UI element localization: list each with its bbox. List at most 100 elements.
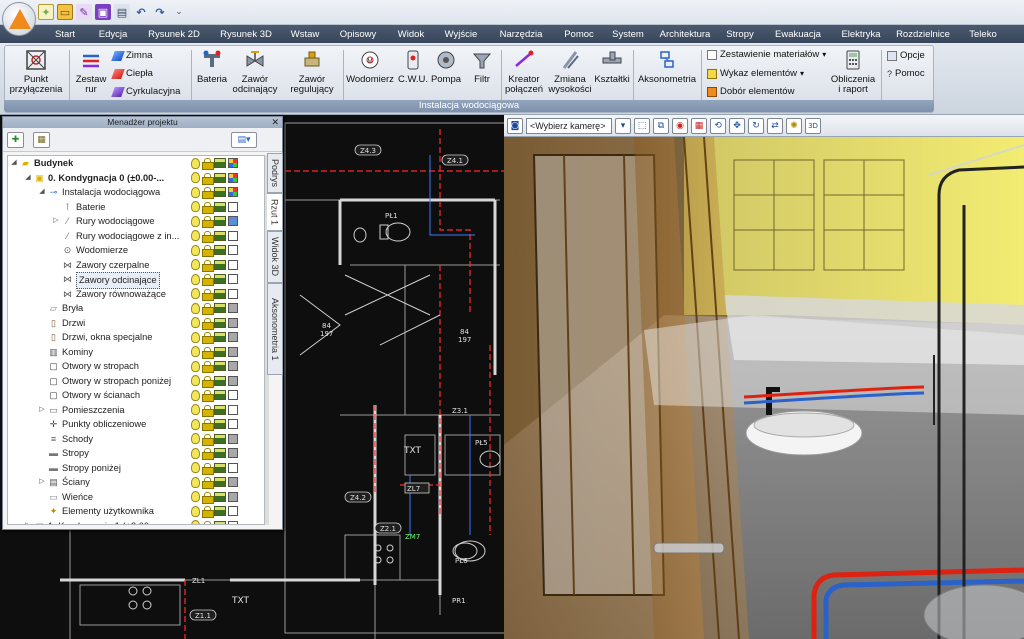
tree-item[interactable]: ▷ ▭ Pomieszczenia	[8, 403, 264, 418]
collapse-arrow-icon[interactable]: ◢	[10, 156, 18, 171]
visibility-bulb-icon[interactable]	[191, 462, 200, 474]
visibility-bulb-icon[interactable]	[191, 230, 200, 242]
lock-icon[interactable]	[202, 259, 214, 272]
visibility-bulb-icon[interactable]	[191, 520, 200, 524]
menu-item-4[interactable]: Wstaw	[282, 29, 328, 40]
tree-item[interactable]: ◢ ⊸ Instalacja wodociągowa	[8, 185, 264, 200]
zoom-window-icon[interactable]: ⧉	[653, 117, 669, 134]
layer-color-swatch[interactable]	[228, 332, 238, 343]
layer-color-swatch[interactable]	[228, 419, 238, 430]
lock-icon[interactable]	[202, 491, 214, 504]
lock-icon[interactable]	[202, 172, 214, 185]
visibility-bulb-icon[interactable]	[191, 157, 200, 169]
lock-icon[interactable]	[202, 201, 214, 214]
layer-color-swatch[interactable]	[228, 172, 238, 183]
layer-color-swatch[interactable]	[228, 288, 238, 299]
visibility-bulb-icon[interactable]	[191, 288, 200, 300]
layer-color-swatch[interactable]	[228, 259, 238, 270]
visibility-bulb-icon[interactable]	[191, 375, 200, 387]
lock-icon[interactable]	[202, 274, 214, 287]
printer-icon[interactable]	[214, 361, 226, 372]
layer-color-swatch[interactable]	[228, 303, 238, 314]
tree-item[interactable]: ◢ ▰ Budynek	[8, 156, 264, 171]
visibility-bulb-icon[interactable]	[191, 201, 200, 213]
layer-color-swatch[interactable]	[228, 274, 238, 285]
tree-item[interactable]: ◢ ▣ 0. Kondygnacja 0 (±0.00-...	[8, 171, 264, 186]
printer-icon[interactable]	[214, 433, 226, 444]
layer-color-swatch[interactable]	[228, 158, 238, 169]
printer-icon[interactable]	[214, 375, 226, 386]
tree-item[interactable]: ▬ Stropy	[8, 446, 264, 461]
layer-color-swatch[interactable]	[228, 361, 238, 372]
edit-icon[interactable]: ✎	[76, 4, 92, 20]
printer-icon[interactable]	[214, 506, 226, 517]
lock-icon[interactable]	[202, 477, 214, 490]
pipe-cold-button[interactable]: Zimna	[111, 50, 152, 61]
redo-icon[interactable]: ↷	[152, 4, 168, 20]
bateria-button[interactable]: Bateria	[195, 48, 229, 85]
tree-item[interactable]: ≡ Schody	[8, 432, 264, 447]
printer-icon[interactable]	[214, 390, 226, 401]
rotate-icon[interactable]: ↻	[748, 117, 764, 134]
tree-item[interactable]: ✦ Elementy użytkownika	[8, 504, 264, 519]
layer-color-swatch[interactable]	[228, 477, 238, 488]
tree-item[interactable]: ⋈ Zawory równoważące	[8, 287, 264, 302]
tree-item[interactable]: ▢ Otwory w ścianach	[8, 388, 264, 403]
layer-color-swatch[interactable]	[228, 404, 238, 415]
aksonometria-button[interactable]: Aksonometria	[635, 48, 699, 85]
lock-icon[interactable]	[202, 187, 214, 200]
menu-item-10[interactable]: System	[604, 29, 652, 40]
menu-item-13[interactable]: Ewakuacja	[762, 29, 834, 40]
visibility-bulb-icon[interactable]	[191, 302, 200, 314]
zmiana-wysokosci-button[interactable]: Zmiana wysokości	[547, 48, 593, 95]
menu-item-2[interactable]: Rysunek 2D	[138, 29, 210, 40]
lock-icon[interactable]	[202, 158, 214, 171]
tree-item[interactable]: ⋈ Zawory odcinające	[8, 272, 264, 289]
printer-icon[interactable]	[214, 187, 226, 198]
visibility-bulb-icon[interactable]	[191, 259, 200, 271]
menu-item-6[interactable]: Widok	[388, 29, 434, 40]
tree-item[interactable]: ▷ ▤ Ściany	[8, 475, 264, 490]
tree-item[interactable]: ▯ Drzwi	[8, 316, 264, 331]
printer-icon[interactable]	[214, 346, 226, 357]
lock-icon[interactable]	[202, 346, 214, 359]
layer-color-swatch[interactable]	[228, 317, 238, 328]
printer-icon[interactable]	[214, 419, 226, 430]
pompa-button[interactable]: Pompa	[429, 48, 463, 85]
printer-icon[interactable]	[214, 274, 226, 285]
walk-icon[interactable]: ⇄	[767, 117, 783, 134]
tree-item[interactable]: ▭ Wieńce	[8, 490, 264, 505]
orbit-icon[interactable]: ⟲	[710, 117, 726, 134]
lock-icon[interactable]	[202, 404, 214, 417]
tree-item[interactable]: ▯ Drzwi, okna specjalne	[8, 330, 264, 345]
tab-0[interactable]: Podrys	[267, 153, 283, 193]
visibility-bulb-icon[interactable]	[191, 273, 200, 285]
expand-arrow-icon[interactable]: ▷	[24, 519, 32, 525]
add-layer-icon[interactable]: ✚	[7, 132, 24, 148]
lock-icon[interactable]	[202, 462, 214, 475]
printer-icon[interactable]	[214, 448, 226, 459]
visibility-bulb-icon[interactable]	[191, 491, 200, 503]
menu-item-14[interactable]: Elektryka	[834, 29, 888, 40]
visibility-bulb-icon[interactable]	[191, 331, 200, 343]
kreator-polaczen-button[interactable]: Kreator połączeń	[503, 48, 545, 95]
printer-icon[interactable]	[214, 259, 226, 270]
visibility-bulb-icon[interactable]	[191, 476, 200, 488]
undo-icon[interactable]: ↶	[133, 4, 149, 20]
layer-color-swatch[interactable]	[228, 201, 238, 212]
visibility-bulb-icon[interactable]	[191, 244, 200, 256]
tree-item[interactable]: ⋈ Zawory czerpalne	[8, 258, 264, 273]
printer-icon[interactable]	[214, 520, 226, 524]
tree-item[interactable]: ⊺ Baterie	[8, 200, 264, 215]
layer-settings-icon[interactable]: ▦	[33, 132, 50, 148]
pan-icon[interactable]: ✥	[729, 117, 745, 134]
visibility-bulb-icon[interactable]	[191, 215, 200, 227]
cwu-button[interactable]: C.W.U.	[397, 48, 429, 85]
camera-dropdown-icon[interactable]: ▾	[615, 117, 631, 134]
visibility-bulb-icon[interactable]	[191, 360, 200, 372]
visibility-bulb-icon[interactable]	[191, 505, 200, 517]
view-3d-icon[interactable]: 3D	[805, 117, 821, 134]
lock-icon[interactable]	[202, 506, 214, 519]
close-icon[interactable]: ✕	[271, 117, 279, 128]
menu-item-7[interactable]: Wyjście	[434, 29, 488, 40]
